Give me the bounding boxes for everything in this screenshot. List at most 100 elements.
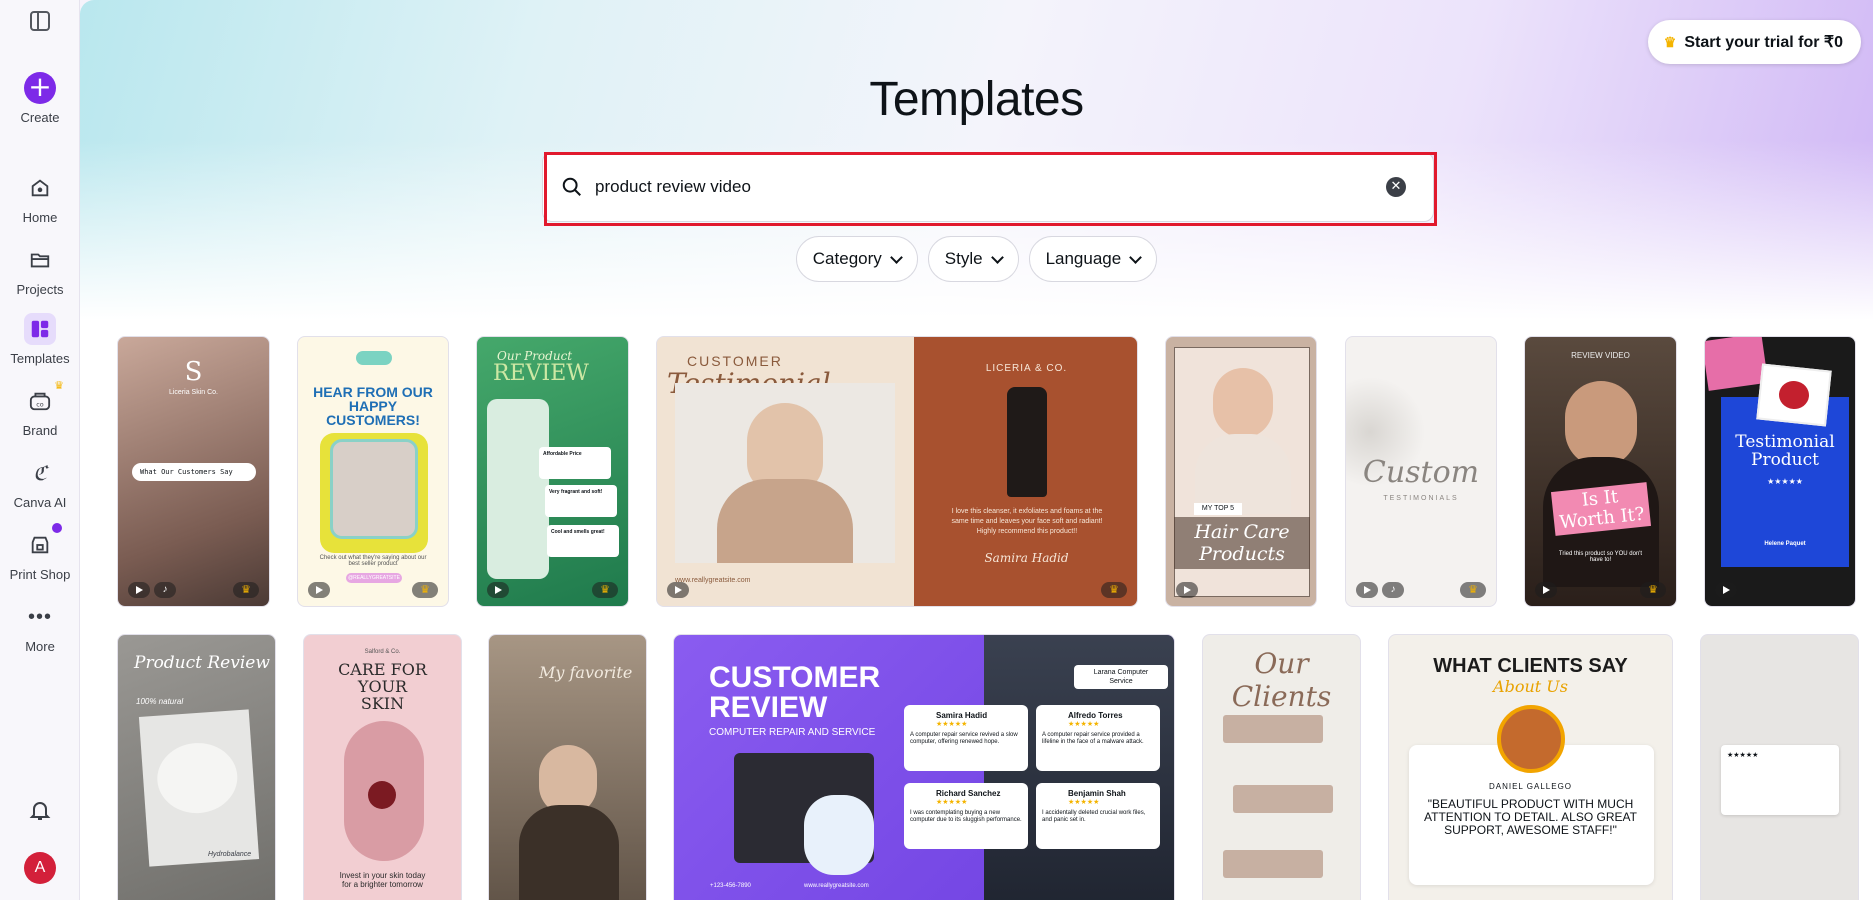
photo-frame — [138, 709, 260, 867]
play-icon — [1356, 582, 1378, 598]
cream-jar — [154, 740, 240, 816]
more-icon: ••• — [27, 606, 52, 628]
star-rating: ★★★★★ — [1068, 721, 1100, 728]
filter-style-button[interactable]: Style — [927, 236, 1019, 282]
card-caption: Our Clients — [1231, 647, 1332, 713]
template-card[interactable]: REVIEW VIDEO Is It Worth It? Tried this … — [1524, 336, 1677, 607]
reviewer-name: Richard Sanchez — [936, 789, 1001, 798]
sidebar-item-more[interactable]: ••• More — [0, 601, 80, 654]
template-card[interactable]: S Liceria Skin Co. What Our Customers Sa… — [117, 336, 270, 607]
folder-icon — [24, 244, 56, 276]
template-card[interactable]: WHAT CLIENTS SAY About Us DANIEL GALLEGO… — [1388, 634, 1673, 900]
sidebar-item-templates[interactable]: Templates — [0, 313, 80, 366]
card-caption: My favorite — [539, 663, 633, 682]
start-trial-button[interactable]: ♛ Start your trial for ₹0 — [1647, 20, 1861, 64]
review-bubble: Affordable Price — [539, 447, 611, 479]
search-input[interactable] — [595, 171, 1355, 203]
print-shop-icon — [24, 523, 62, 561]
card-author: Samira Hadid — [984, 551, 1069, 565]
card-caption: REVIEW VIDEO — [1571, 351, 1630, 360]
card-caption: Product Review — [134, 653, 270, 673]
template-card[interactable]: Custom TESTIMONIALS ♪ ♛ — [1345, 336, 1497, 607]
card-phone: +123-456-7890 — [710, 883, 751, 889]
play-icon — [667, 582, 689, 598]
template-card[interactable]: ★★★★★ — [1700, 634, 1859, 900]
card-caption: HEAR FROM OUR HAPPY CUSTOMERS! — [313, 384, 433, 428]
create-button[interactable]: + Create — [0, 72, 80, 126]
sound-icon: ♪ — [154, 582, 176, 598]
canva-ai-icon: ℭ — [32, 461, 48, 485]
body-shape — [519, 805, 619, 900]
sidebar-item-label: Brand — [22, 423, 58, 438]
sidebar-item-projects[interactable]: Projects — [0, 244, 80, 297]
play-icon — [128, 582, 150, 598]
card-author: DANIEL GALLEGO — [1488, 782, 1573, 791]
card-subtitle: Tried this product so YOU don't have to! — [1558, 551, 1643, 563]
templates-icon — [24, 313, 56, 345]
card-tag: @REALLYGREATSITE — [346, 573, 402, 583]
reviewer-name: Benjamin Shah — [1068, 789, 1126, 798]
sidebar-item-canva-ai[interactable]: ℭ Canva AI — [0, 457, 80, 510]
card-subtitle: Check out what they're saying about our … — [319, 555, 427, 567]
star-rating: ★★★★★ — [1068, 799, 1100, 806]
card-caption: CARE FOR YOUR SKIN — [338, 660, 427, 713]
brand-icon: co ♛ — [24, 380, 64, 417]
avatar[interactable]: A — [24, 852, 56, 884]
notification-dot — [52, 523, 62, 533]
crown-icon: ♛ — [412, 582, 438, 598]
crown-icon: ♛ — [1640, 582, 1666, 598]
sidebar-toggle-icon[interactable] — [30, 11, 50, 31]
brand-name: Liceria Skin Co. — [168, 389, 219, 396]
template-card[interactable]: Our Product REVIEW Affordable Price Very… — [476, 336, 629, 607]
template-card[interactable]: Salford & Co. CARE FOR YOUR SKIN Invest … — [303, 634, 462, 900]
card-caption: MY TOP 5 — [1194, 503, 1242, 515]
crown-icon: ♛ — [54, 380, 64, 392]
sidebar-item-label: Canva AI — [13, 495, 67, 510]
card-caption: What Our Customers Say — [132, 463, 256, 481]
template-card[interactable]: HEAR FROM OUR HAPPY CUSTOMERS! Check out… — [297, 336, 449, 607]
review-card: Alfredo Torres ★★★★★ A computer repair s… — [1036, 705, 1160, 771]
page-title: Templates — [869, 73, 1084, 126]
template-card[interactable]: Product Review 100% natural Hydrobalance — [117, 634, 276, 900]
template-card[interactable]: Testimonial Product ★★★★★ Helene Paquet — [1704, 336, 1856, 607]
sidebar-item-print-shop[interactable]: Print Shop — [0, 523, 80, 582]
review-bubble — [1233, 785, 1333, 813]
person-photo — [330, 439, 418, 539]
review-card: Richard Sanchez ★★★★★ I was contemplatin… — [904, 783, 1028, 849]
review-text: A computer repair service revived a slow… — [910, 732, 1018, 745]
robot-illustration — [804, 795, 874, 875]
reviewer-name: Alfredo Torres — [1068, 711, 1123, 720]
card-caption: CUSTOMER REVIEW — [709, 661, 881, 724]
template-card[interactable]: MY TOP 5 Hair Care Products — [1165, 336, 1317, 607]
sidebar-item-home[interactable]: Home — [0, 172, 80, 225]
filter-language-button[interactable]: Language — [1028, 236, 1158, 282]
template-card[interactable]: CUSTOMER Testimonial www.reallygreatsite… — [656, 336, 1138, 607]
bell-icon[interactable] — [28, 798, 52, 822]
filter-label: Style — [944, 249, 983, 268]
template-card[interactable]: CUSTOMER REVIEW COMPUTER REPAIR AND SERV… — [673, 634, 1175, 900]
review-bubble: Very fragrant and soft! — [545, 485, 617, 517]
filter-category-button[interactable]: Category — [795, 236, 918, 282]
card-subtitle: 100% natural — [136, 697, 184, 706]
review-bubble — [1223, 715, 1323, 743]
brand-name: Larana Computer Service — [1074, 665, 1168, 689]
filter-bar: Category Style Language — [80, 236, 1873, 282]
template-card[interactable]: My favorite — [488, 634, 647, 900]
review-bubble — [1223, 850, 1323, 878]
card-subtitle: COMPUTER REPAIR AND SERVICE — [709, 727, 876, 738]
avatar — [1497, 705, 1565, 773]
star-rating: ★★★★★ — [1767, 477, 1803, 486]
clear-search-icon[interactable]: ✕ — [1386, 177, 1406, 197]
chevron-down-icon — [1129, 250, 1143, 264]
card-subtitle: Invest in your skin today for a brighter… — [339, 871, 426, 889]
filter-label: Language — [1045, 249, 1122, 268]
card-caption-2: TESTIMONIALS — [1383, 495, 1459, 502]
search-icon — [562, 177, 581, 196]
sidebar-item-brand[interactable]: co ♛ Brand — [0, 380, 80, 438]
sidebar: + Create Home Projects Templates co ♛ Br… — [0, 0, 80, 900]
product-bottle — [1007, 387, 1047, 497]
brand-logo: S — [184, 357, 203, 387]
review-card: Benjamin Shah ★★★★★ I accidentally delet… — [1036, 783, 1160, 849]
play-icon — [1715, 582, 1737, 598]
template-card[interactable]: Our Clients — [1202, 634, 1361, 900]
